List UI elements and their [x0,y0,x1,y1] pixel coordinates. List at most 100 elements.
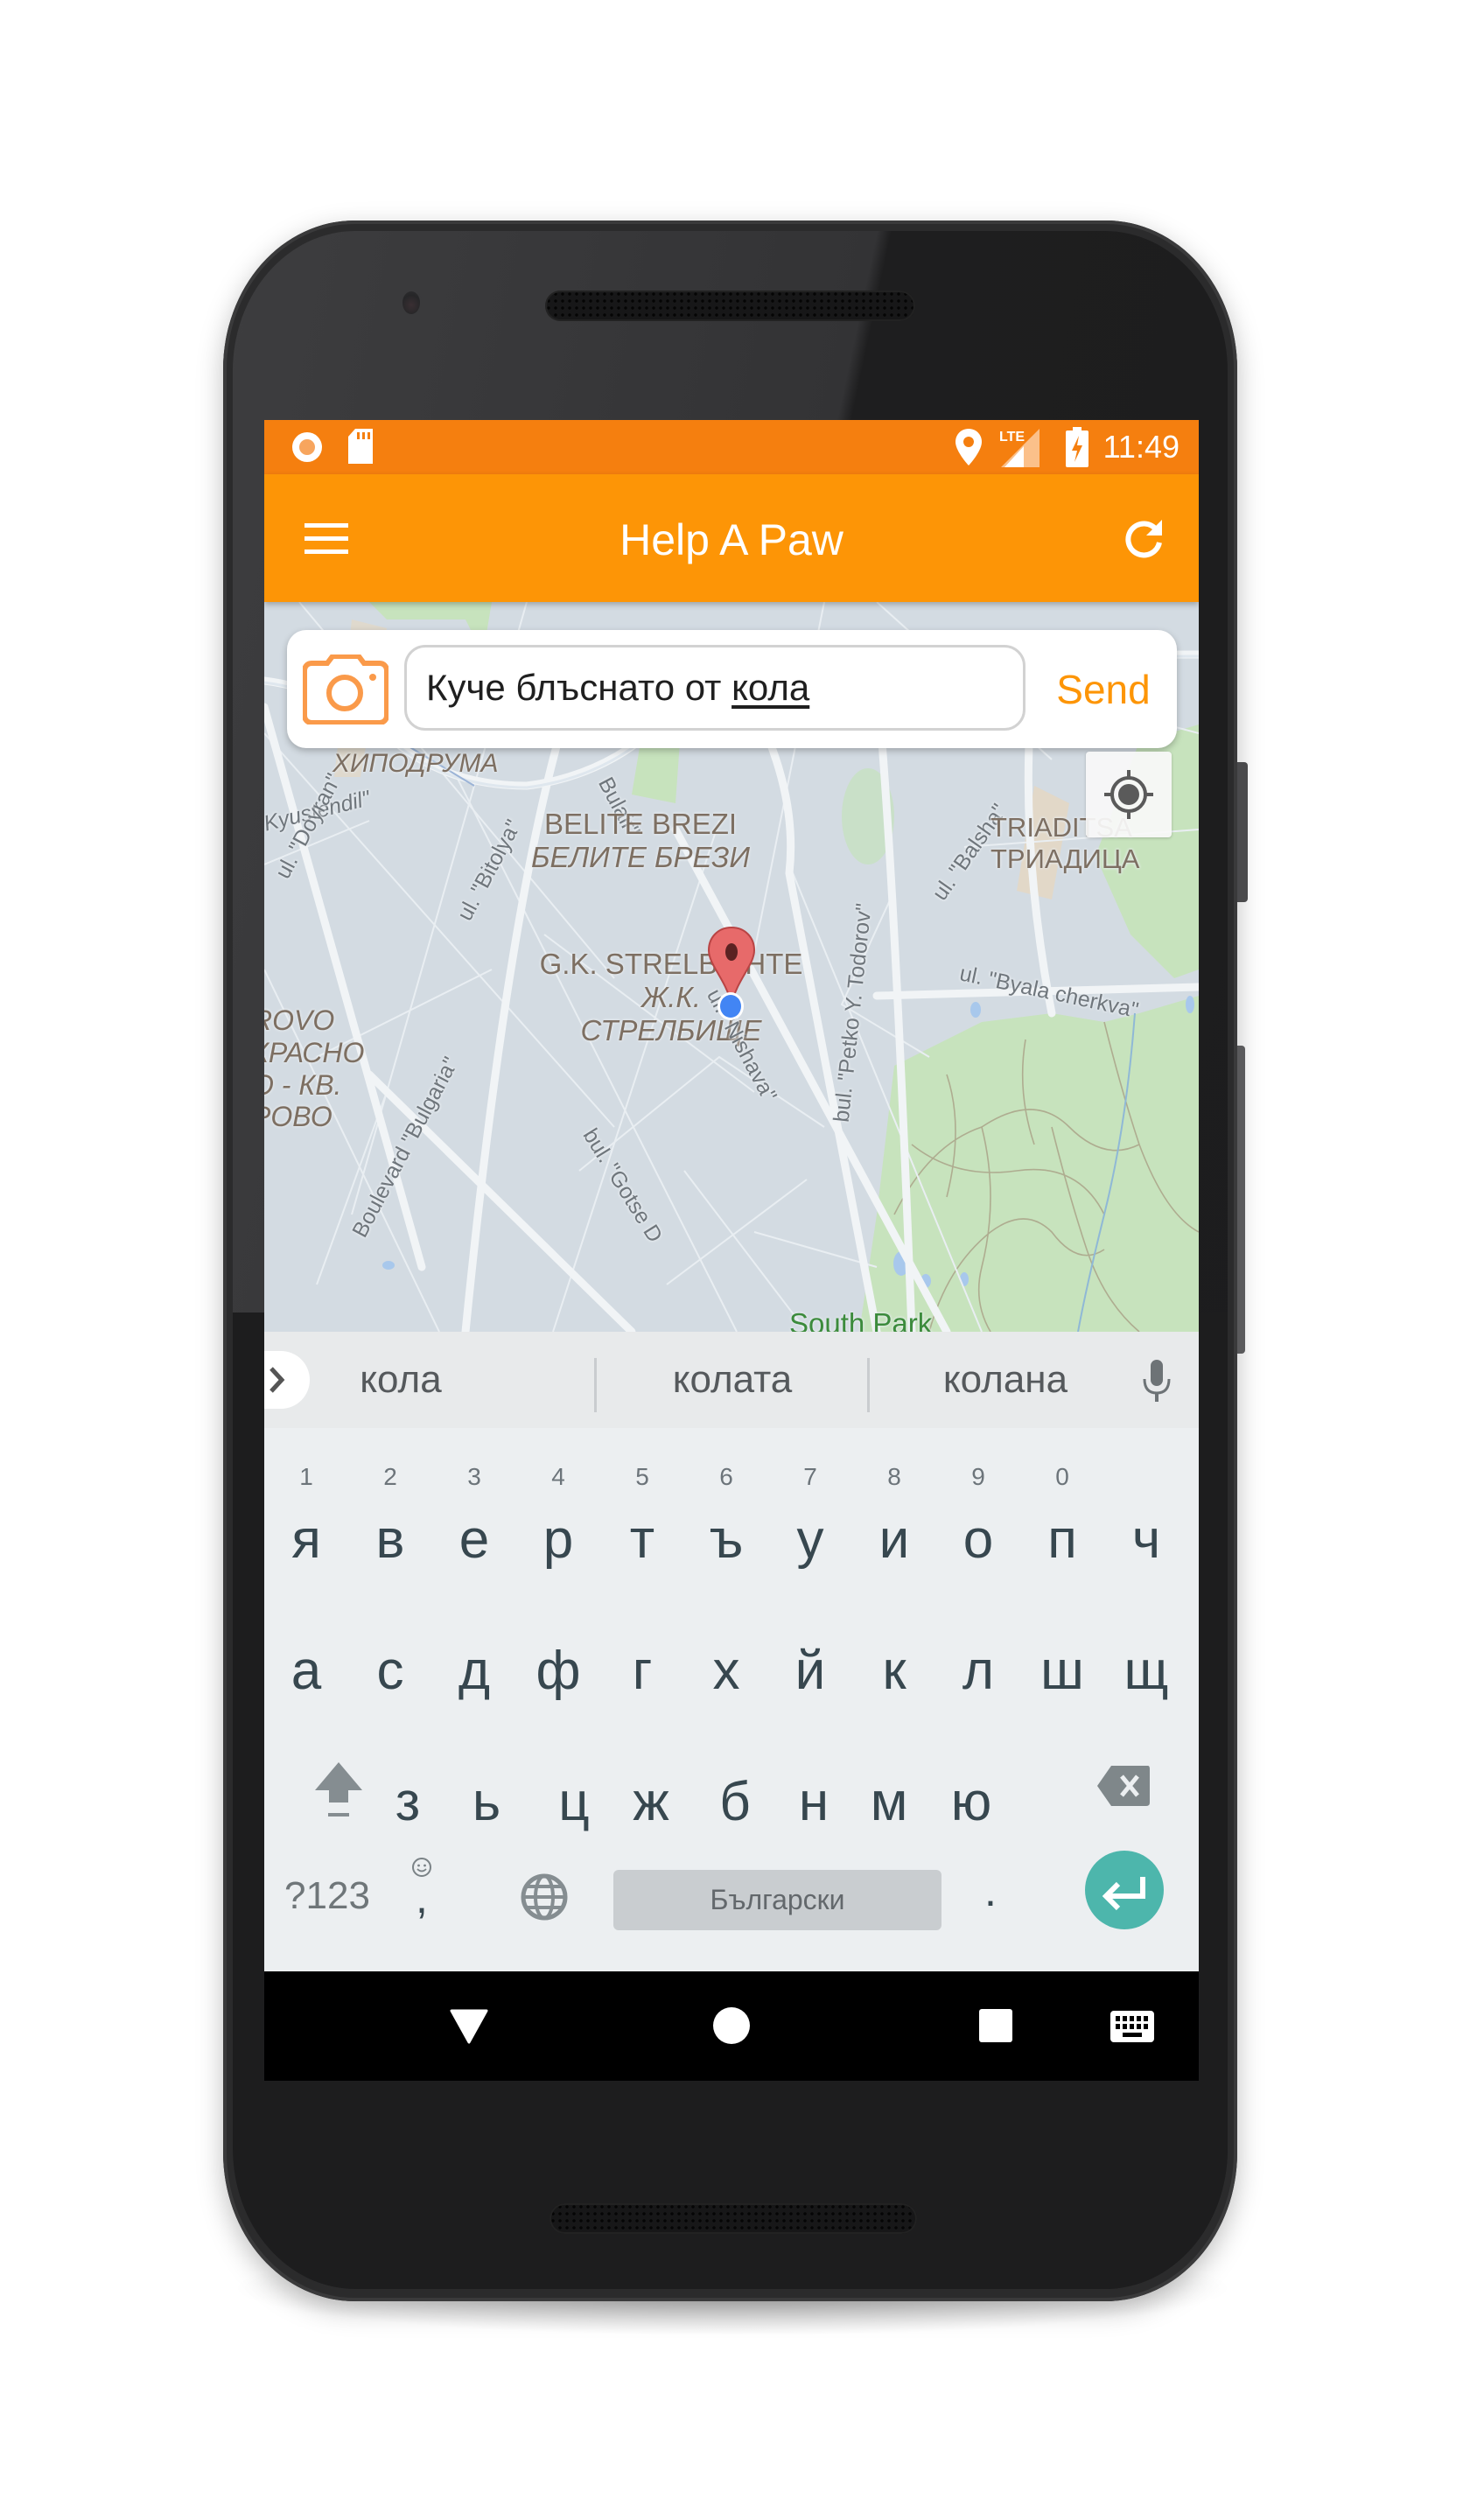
keyboard-switch-icon[interactable] [1110,2010,1155,2043]
backspace-key[interactable] [1096,1764,1152,1808]
key-row3-6[interactable]: н [772,1771,856,1833]
key-number-hint: 0 [1055,1463,1069,1490]
shift-arrow-icon [315,1762,362,1816]
key-row2-7[interactable]: й [768,1640,852,1702]
key-number-hint: 6 [719,1463,733,1490]
period-key[interactable]: . [964,1866,1017,1916]
soft-keyboard: 1я2в3е4р5т6ъ7у8и9о0пч асдфгхйклшщ зьцжбн… [264,1428,1199,1971]
key-row1-6[interactable]: 6ъ [684,1463,768,1571]
location-icon [956,429,982,466]
enter-arrow-icon [1102,1877,1145,1911]
record-icon [290,430,324,464]
krasno-line-1: ROVO [264,1004,335,1036]
key-row1-2[interactable]: 2в [348,1463,432,1571]
key-row2-3[interactable]: д [432,1640,516,1702]
key-row2-1[interactable]: а [264,1640,348,1702]
message-text: Куче блъснато от [426,667,732,708]
shift-key[interactable] [308,1759,369,1820]
key-row1-1[interactable]: 1я [264,1463,348,1571]
key-row1-11[interactable]: ч [1104,1508,1188,1571]
key-row1-10[interactable]: 0п [1020,1463,1104,1571]
key-letter: р [542,1509,574,1570]
key-number-hint: 8 [887,1463,901,1490]
front-camera [402,291,420,314]
suggestion-2[interactable]: колата [597,1332,868,1428]
status-bar: LTE 11:49 [264,420,1199,474]
key-row1-8[interactable]: 8и [852,1463,936,1571]
my-location-dot [716,990,746,1022]
key-row3-3[interactable]: ц [532,1771,616,1833]
key-row1-5[interactable]: 5т [600,1463,684,1571]
map-label-belite-brezi: BELITE BREZI БЕЛИТЕ БРЕЗИ [527,808,754,874]
key-row2-5[interactable]: г [600,1640,684,1702]
power-button[interactable] [1237,762,1248,902]
key-row3-8[interactable]: ю [929,1771,1013,1833]
battery-charging-icon [1066,427,1088,467]
key-row2-8[interactable]: к [852,1640,936,1702]
key-row2-2[interactable]: с [348,1640,432,1702]
strelbishte-latin: G.K. STRELBISHTE [539,948,803,980]
key-row3-2[interactable]: ь [444,1771,528,1833]
enter-key[interactable] [1085,1851,1164,1929]
lte-signal-icon: LTE [998,425,1041,469]
key-row2-6[interactable]: х [684,1640,768,1702]
key-row3-1[interactable]: з [366,1771,450,1833]
comma-emoji-key[interactable]: , [396,1857,448,1927]
key-row1-9[interactable]: 9о [936,1463,1020,1571]
map-label-hipodruma: ХИПОДРУМА [332,749,499,778]
krasno-line-3: О - КВ. [264,1068,342,1101]
svg-text:LTE: LTE [999,430,1025,444]
recents-square-icon[interactable] [978,2008,1013,2043]
key-row2-4[interactable]: ф [516,1640,600,1702]
key-number-hint: 2 [383,1463,397,1490]
key-letter: ъ [709,1509,744,1570]
language-key[interactable] [520,1872,569,1922]
key-number-hint: 9 [971,1463,985,1490]
key-letter: т [629,1509,655,1570]
status-time: 11:49 [1102,429,1180,465]
send-button[interactable]: Send [1052,656,1155,723]
message-composing-word: кола [732,667,810,708]
app-toolbar: Help A Paw [264,474,1199,602]
key-letter: ч [1131,1509,1161,1570]
my-location-button[interactable] [1086,752,1172,837]
map-label-krasno-selo: ROVO КРАСНО О - КВ. РОВО [264,1004,364,1133]
key-letter: п [1047,1509,1077,1570]
map-label-park: South Park [789,1307,933,1332]
krasno-line-4: РОВО [264,1101,332,1133]
key-row1-7[interactable]: 7у [768,1463,852,1571]
belite-brezi-cyrillic: БЕЛИТЕ БРЕЗИ [530,840,751,873]
earpiece-speaker [545,290,915,321]
key-row3-7[interactable]: м [847,1771,931,1833]
back-triangle-icon[interactable] [450,2009,488,2044]
key-row2-11[interactable]: щ [1104,1640,1188,1702]
key-row2-10[interactable]: ш [1020,1640,1104,1702]
key-letter: я [291,1509,321,1570]
key-row3-5[interactable]: б [693,1771,777,1833]
suggestion-1[interactable]: кола [318,1332,483,1428]
strelbishte-cyrillic-1: Ж.К. [640,980,702,1013]
key-row1-4[interactable]: 4р [516,1463,600,1571]
symbols-key[interactable]: ?123 [284,1874,371,1918]
app-title: Help A Paw [620,515,844,564]
my-location-icon [1101,766,1157,822]
key-row3-4[interactable]: ж [609,1771,693,1833]
suggestion-3[interactable]: колана [870,1332,1141,1428]
suggestion-strip: кола колата колана [264,1332,1199,1428]
sd-card-icon [346,429,374,466]
space-bar[interactable]: Български [613,1870,942,1930]
key-row2-9[interactable]: л [936,1640,1020,1702]
key-row1-3[interactable]: 3е [432,1463,516,1571]
refresh-icon[interactable] [1124,518,1164,560]
key-letter: е [458,1509,490,1570]
navigation-bar [264,1971,1199,2081]
microphone-icon[interactable] [1142,1360,1172,1404]
triaditsa-cyrillic: ТРИАДИЦА [990,843,1140,874]
bottom-speaker [550,2203,917,2234]
home-circle-icon[interactable] [712,2006,751,2045]
camera-icon[interactable] [303,654,388,724]
suggestion-expand-button[interactable] [264,1351,310,1409]
report-message-input[interactable]: Куче блъснато от кола [404,645,1026,731]
volume-rocker[interactable] [1237,1046,1245,1354]
map-view[interactable]: ХИПОДРУМА Bulair" Kyustendil" ul. "Balsh… [264,602,1199,1332]
